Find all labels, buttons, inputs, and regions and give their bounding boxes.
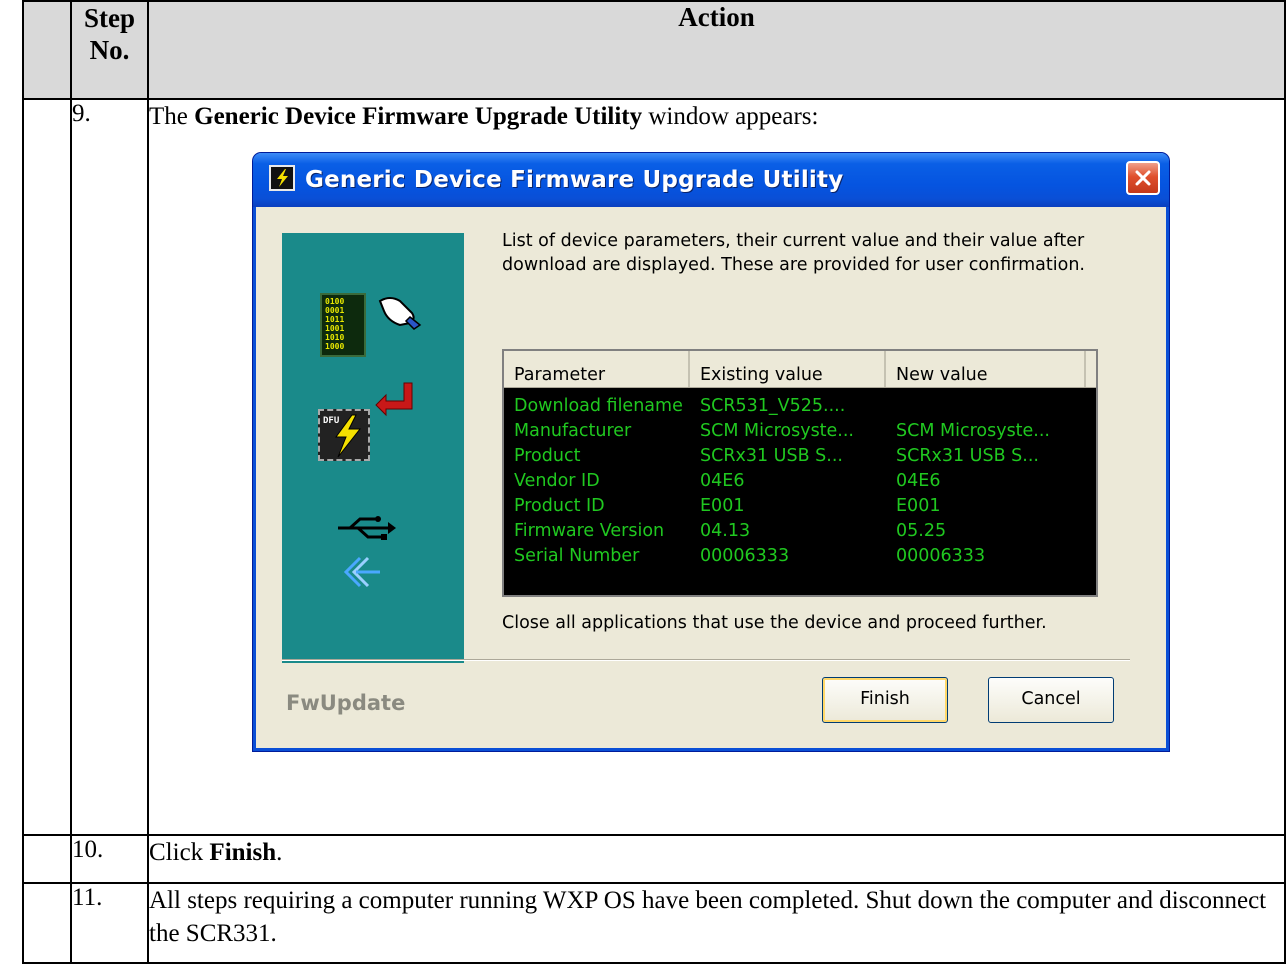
list-row[interactable]: Vendor ID 04E6 04E6 <box>504 465 1096 490</box>
header-row: Step No. Action <box>22 0 1286 100</box>
side-panel: 0100 0001 1011 1001 1010 1000 DFU <box>282 233 464 663</box>
svg-text:1000: 1000 <box>325 342 344 351</box>
step-text-bold: Finish <box>209 839 277 866</box>
cancel-button[interactable]: Cancel <box>988 677 1114 723</box>
step-action: Click Finish. <box>147 834 1286 884</box>
red-arrow-icon <box>374 381 414 425</box>
svg-text:1001: 1001 <box>325 324 344 333</box>
cell-existing: 04.13 <box>700 521 751 540</box>
procedure-table: Step No. Action 9. The Generic Device Fi… <box>22 0 1286 964</box>
list-row[interactable]: Serial Number 00006333 00006333 <box>504 540 1096 565</box>
cell-parameter: Product ID <box>514 496 605 515</box>
fw-upgrade-dialog: Generic Device Firmware Upgrade Utility … <box>253 153 1169 751</box>
step-text-pre: Click <box>149 839 210 866</box>
cell-new <box>886 390 1086 415</box>
list-row[interactable]: Download filename SCR531_V525.... <box>504 390 1096 415</box>
step-number: 9. <box>70 98 149 836</box>
step-action: The Generic Device Firmware Upgrade Util… <box>147 98 1286 836</box>
cell-existing: SCM Microsyste... <box>700 421 854 440</box>
step-row-10: 10. Click Finish. <box>22 834 1286 884</box>
header-step-text: Step No. <box>83 3 135 65</box>
svg-text:0100: 0100 <box>325 297 344 306</box>
cell-existing: SCR531_V525.... <box>700 396 846 415</box>
step-action: All steps requiring a computer running W… <box>147 882 1286 964</box>
blank-cell <box>22 98 72 836</box>
cell-new: 00006333 <box>896 546 986 565</box>
blank-cell <box>22 882 72 964</box>
app-icon <box>269 165 295 191</box>
list-row[interactable]: Product SCRx31 USB S... SCRx31 USB S... <box>504 440 1096 465</box>
intro-text: List of device parameters, their current… <box>502 231 1085 275</box>
list-body: Download filename SCR531_V525.... Manufa… <box>504 388 1096 565</box>
dialog-titlebar[interactable]: Generic Device Firmware Upgrade Utility <box>253 153 1169 207</box>
usb-icon <box>336 513 396 551</box>
cell-new: 05.25 <box>896 521 947 540</box>
step-row-11: 11. All steps requiring a computer runni… <box>22 882 1286 964</box>
cell-existing: SCRx31 USB S... <box>700 446 843 465</box>
step-number: 10. <box>70 834 149 884</box>
parameter-list[interactable]: Parameter Existing value New value Downl… <box>502 349 1098 597</box>
cell-parameter: Vendor ID <box>514 471 600 490</box>
column-header-parameter[interactable]: Parameter <box>504 351 690 387</box>
step-text: The Generic Device Firmware Upgrade Util… <box>149 100 1284 133</box>
step-text-post: . <box>276 839 283 866</box>
svg-text:1011: 1011 <box>325 315 344 324</box>
close-button[interactable] <box>1126 161 1160 195</box>
cell-parameter: Product <box>514 446 581 465</box>
dfu-chip-icon: DFU <box>318 409 370 461</box>
svg-text:1010: 1010 <box>325 333 344 342</box>
column-header-new[interactable]: New value <box>886 351 1086 387</box>
column-header-existing[interactable]: Existing value <box>690 351 886 387</box>
divider <box>282 659 1130 661</box>
header-blank-cell <box>22 0 72 100</box>
step-row-9: 9. The Generic Device Firmware Upgrade U… <box>22 98 1286 836</box>
step-text-pre: The <box>149 103 195 130</box>
step-number: 11. <box>70 882 149 964</box>
cell-new: 04E6 <box>896 471 941 490</box>
step-text-post: window appears: <box>642 103 819 130</box>
step-text-bold: Generic Device Firmware Upgrade Utility <box>194 103 643 130</box>
cell-parameter: Download filename <box>514 396 683 415</box>
brand-label: FwUpdate <box>286 691 406 715</box>
blank-cell <box>22 834 72 884</box>
header-action: Action <box>147 0 1286 100</box>
cell-new: SCRx31 USB S... <box>896 446 1039 465</box>
cell-new: SCM Microsyste... <box>896 421 1050 440</box>
closing-text: Close all applications that use the devi… <box>502 613 1047 633</box>
finish-button[interactable]: Finish <box>822 677 948 723</box>
hand-cursor-icon <box>376 291 424 339</box>
cell-parameter: Serial Number <box>514 546 640 565</box>
svg-text:0001: 0001 <box>325 306 344 315</box>
cell-parameter: Firmware Version <box>514 521 665 540</box>
back-arrow-icon <box>343 555 384 597</box>
cell-new: E001 <box>896 496 941 515</box>
cell-existing: E001 <box>700 496 745 515</box>
cell-existing: 04E6 <box>700 471 745 490</box>
header-step-no: Step No. <box>70 0 149 100</box>
list-header: Parameter Existing value New value <box>504 351 1096 388</box>
cell-parameter: Manufacturer <box>514 421 632 440</box>
list-row[interactable]: Manufacturer SCM Microsyste... SCM Micro… <box>504 415 1096 440</box>
cell-existing: 00006333 <box>700 546 790 565</box>
list-row[interactable]: Product ID E001 E001 <box>504 490 1096 515</box>
list-row[interactable]: Firmware Version 04.13 05.25 <box>504 515 1096 540</box>
dialog-title: Generic Device Firmware Upgrade Utility <box>305 167 844 193</box>
svg-text:DFU: DFU <box>323 416 339 426</box>
close-icon <box>1135 170 1151 186</box>
binary-data-icon: 0100 0001 1011 1001 1010 1000 <box>320 293 366 357</box>
